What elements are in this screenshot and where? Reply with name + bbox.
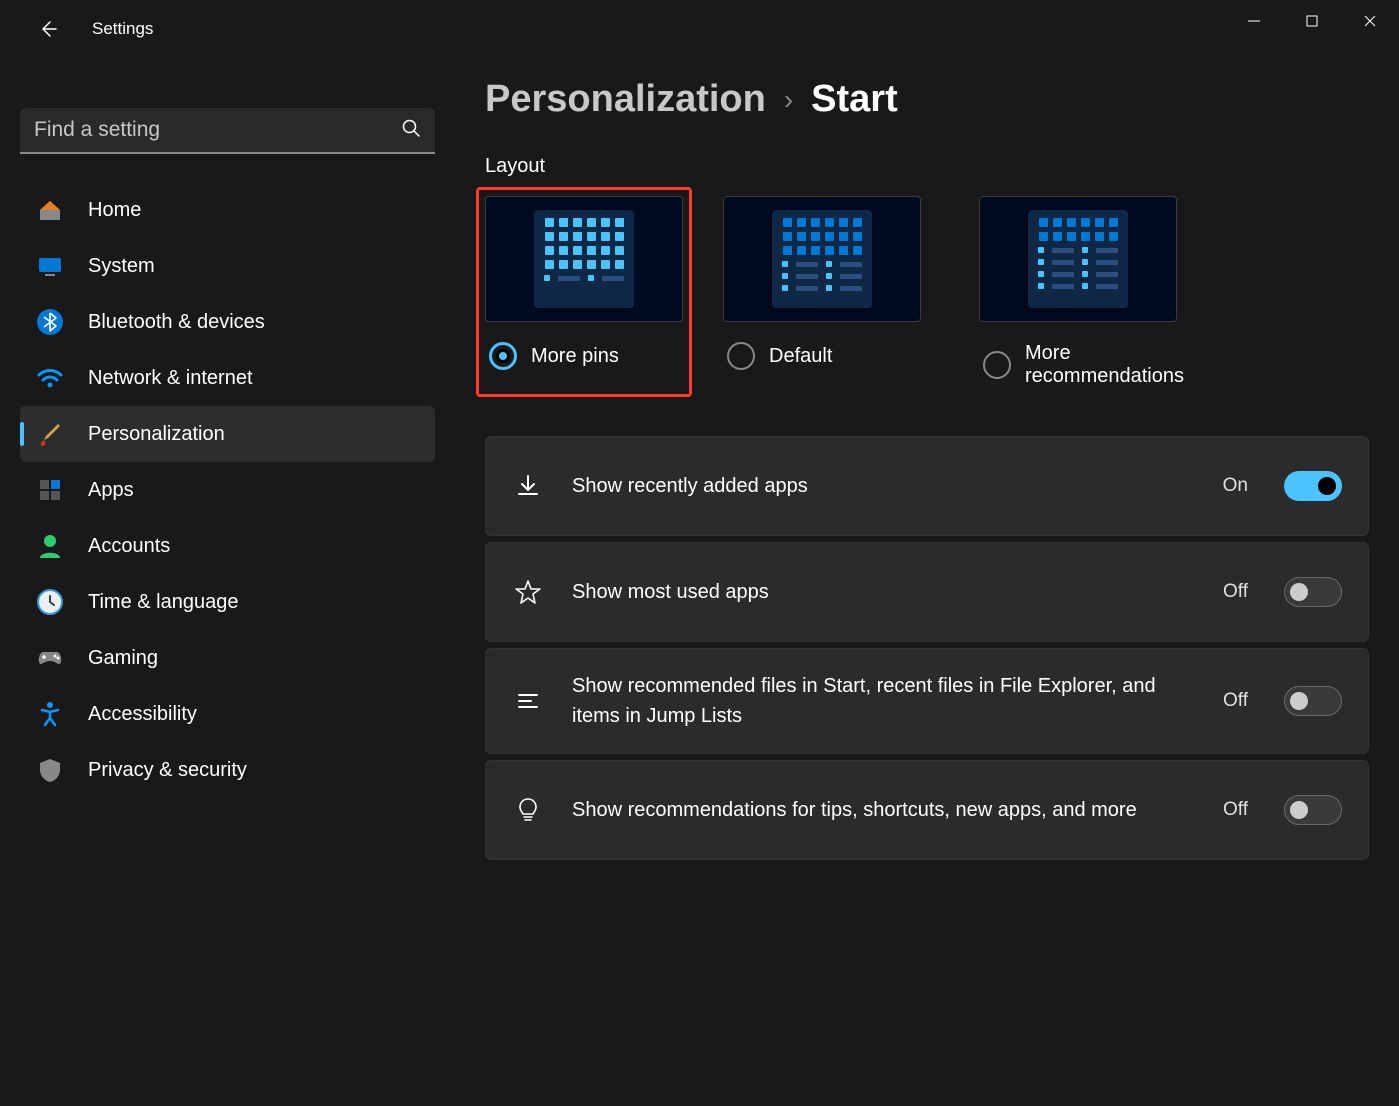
wifi-icon xyxy=(34,362,66,394)
toggle-recommendations-tips[interactable] xyxy=(1284,795,1342,825)
window-controls xyxy=(1225,0,1399,42)
setting-status: Off xyxy=(1223,581,1248,603)
radio-label: More recommendations xyxy=(1025,342,1175,388)
titlebar: Settings xyxy=(0,0,1399,58)
radio-label: Default xyxy=(769,345,832,368)
setting-status: On xyxy=(1223,475,1248,497)
sidebar-item-label: Home xyxy=(88,199,141,222)
sidebar-item-label: Apps xyxy=(88,479,134,502)
sidebar-item-personalization[interactable]: Personalization xyxy=(20,406,435,462)
layout-options: More pins xyxy=(485,196,1369,388)
star-icon xyxy=(512,578,544,606)
layout-preview-default xyxy=(723,196,921,322)
sidebar-item-label: Accessibility xyxy=(88,703,197,726)
toggle-recently-added[interactable] xyxy=(1284,471,1342,501)
setting-recommended-files[interactable]: Show recommended files in Start, recent … xyxy=(485,648,1369,754)
nav-list: Home System Bluetooth & devices Network … xyxy=(20,182,435,798)
search-input[interactable] xyxy=(34,118,401,142)
setting-label: Show recommendations for tips, shortcuts… xyxy=(572,795,1195,825)
chevron-right-icon: › xyxy=(784,84,793,116)
minimize-button[interactable] xyxy=(1225,0,1283,42)
sidebar-item-system[interactable]: System xyxy=(20,238,435,294)
back-arrow-icon xyxy=(38,19,58,39)
main-content: Personalization › Start Layout xyxy=(455,58,1399,1106)
home-icon xyxy=(34,194,66,226)
sidebar-item-label: Time & language xyxy=(88,591,238,614)
gaming-icon xyxy=(34,642,66,674)
section-title-layout: Layout xyxy=(485,155,1369,178)
close-icon xyxy=(1363,14,1377,28)
setting-label: Show recently added apps xyxy=(572,471,1195,501)
toggle-most-used[interactable] xyxy=(1284,577,1342,607)
sidebar-item-bluetooth[interactable]: Bluetooth & devices xyxy=(20,294,435,350)
sidebar-item-home[interactable]: Home xyxy=(20,182,435,238)
setting-status: Off xyxy=(1223,799,1248,821)
apps-icon xyxy=(34,474,66,506)
sidebar-item-label: Gaming xyxy=(88,647,158,670)
sidebar-item-label: System xyxy=(88,255,155,278)
sidebar-item-time[interactable]: Time & language xyxy=(20,574,435,630)
setting-label: Show most used apps xyxy=(572,577,1195,607)
sidebar-item-label: Network & internet xyxy=(88,367,253,390)
close-button[interactable] xyxy=(1341,0,1399,42)
radio-more-recommendations[interactable]: More recommendations xyxy=(979,342,1195,388)
sidebar-item-label: Accounts xyxy=(88,535,170,558)
layout-option-more-pins[interactable]: More pins xyxy=(476,187,692,397)
layout-preview-more-pins xyxy=(485,196,683,322)
radio-default[interactable]: Default xyxy=(723,342,939,370)
setting-recommendations-tips[interactable]: Show recommendations for tips, shortcuts… xyxy=(485,760,1369,860)
accounts-icon xyxy=(34,530,66,562)
list-icon xyxy=(512,687,544,715)
radio-label: More pins xyxy=(531,345,619,368)
layout-option-default[interactable]: Default xyxy=(723,196,939,388)
sidebar-item-accounts[interactable]: Accounts xyxy=(20,518,435,574)
toggle-recommended-files[interactable] xyxy=(1284,686,1342,716)
setting-most-used[interactable]: Show most used apps Off xyxy=(485,542,1369,642)
sidebar-item-gaming[interactable]: Gaming xyxy=(20,630,435,686)
search-icon xyxy=(401,118,421,142)
window-title: Settings xyxy=(92,19,153,39)
accessibility-icon xyxy=(34,698,66,730)
clock-icon xyxy=(34,586,66,618)
sidebar: Home System Bluetooth & devices Network … xyxy=(0,58,455,1106)
sidebar-item-network[interactable]: Network & internet xyxy=(20,350,435,406)
minimize-icon xyxy=(1247,14,1261,28)
layout-preview-more-recs xyxy=(979,196,1177,322)
setting-list: Show recently added apps On Show most us… xyxy=(485,436,1369,860)
bluetooth-icon xyxy=(34,306,66,338)
setting-label: Show recommended files in Start, recent … xyxy=(572,671,1195,731)
sidebar-item-privacy[interactable]: Privacy & security xyxy=(20,742,435,798)
paintbrush-icon xyxy=(34,418,66,450)
radio-more-pins[interactable]: More pins xyxy=(485,342,683,370)
maximize-icon xyxy=(1305,14,1319,28)
breadcrumb: Personalization › Start xyxy=(485,78,1369,121)
shield-icon xyxy=(34,754,66,786)
layout-option-more-recommendations[interactable]: More recommendations xyxy=(979,196,1195,388)
breadcrumb-parent[interactable]: Personalization xyxy=(485,78,766,121)
search-box[interactable] xyxy=(20,108,435,154)
sidebar-item-label: Personalization xyxy=(88,423,225,446)
breadcrumb-current: Start xyxy=(811,78,898,121)
bulb-icon xyxy=(512,796,544,824)
download-icon xyxy=(512,472,544,500)
sidebar-item-accessibility[interactable]: Accessibility xyxy=(20,686,435,742)
setting-recently-added[interactable]: Show recently added apps On xyxy=(485,436,1369,536)
sidebar-item-label: Bluetooth & devices xyxy=(88,311,265,334)
back-button[interactable] xyxy=(28,9,68,49)
sidebar-item-apps[interactable]: Apps xyxy=(20,462,435,518)
system-icon xyxy=(34,250,66,282)
sidebar-item-label: Privacy & security xyxy=(88,759,247,782)
maximize-button[interactable] xyxy=(1283,0,1341,42)
setting-status: Off xyxy=(1223,690,1248,712)
